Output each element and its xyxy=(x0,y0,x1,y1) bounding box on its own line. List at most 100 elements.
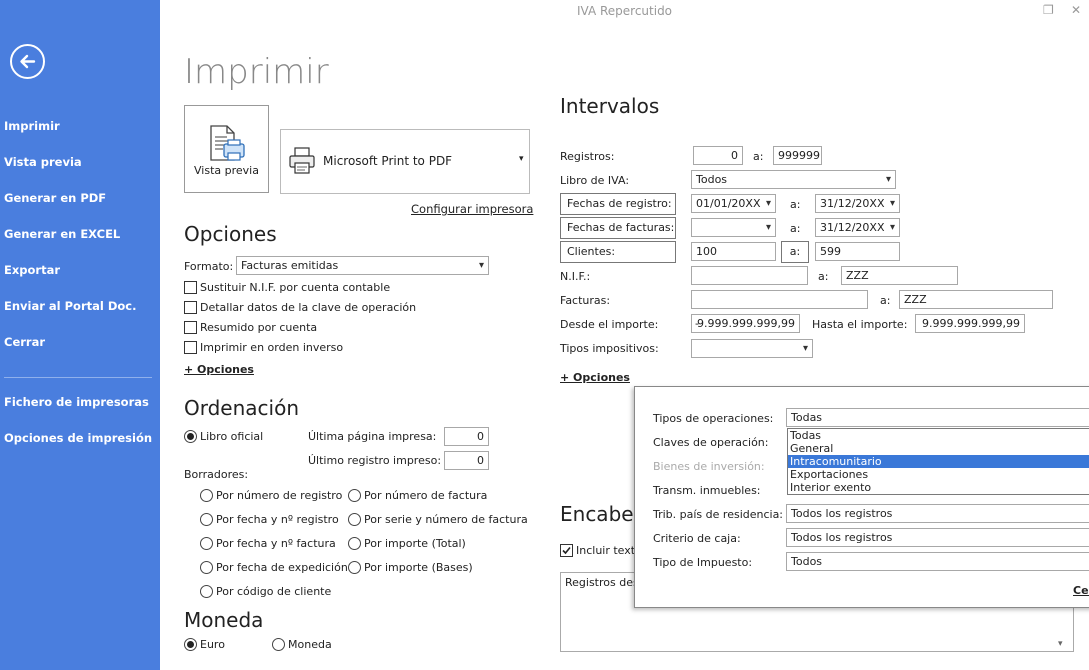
more-options-link[interactable]: + Opciones xyxy=(184,363,254,376)
tipos-operaciones-select[interactable]: Todas xyxy=(786,408,1089,427)
last-record-label: Último registro impreso: xyxy=(308,454,442,467)
label-incluir-texto: Incluir texto xyxy=(576,544,642,557)
tipos-impositivos-select[interactable] xyxy=(691,339,813,358)
chevron-down-icon: ▾ xyxy=(519,154,524,164)
scroll-down-icon[interactable]: ▾ xyxy=(1058,639,1063,649)
a-label: a: xyxy=(818,270,829,283)
radio-por-importe-bases[interactable] xyxy=(348,561,361,574)
libro-iva-value: Todos xyxy=(696,173,728,186)
desde-importe-value: 9.999.999.999,99 xyxy=(697,317,795,330)
tipo-impuesto-select[interactable]: Todos xyxy=(786,552,1089,571)
facturas-to-input[interactable]: ZZZ xyxy=(899,290,1053,309)
criterio-caja-label: Criterio de caja: xyxy=(653,532,741,545)
label-por-importe-bases: Por importe (Bases) xyxy=(364,561,473,574)
desde-importe-sign: - xyxy=(695,317,699,330)
checkbox-orden-inverso[interactable] xyxy=(184,341,197,354)
checkbox-sustituir-nif[interactable] xyxy=(184,281,197,294)
last-page-input[interactable]: 0 xyxy=(444,427,489,446)
criterio-caja-select[interactable]: Todos los registros xyxy=(786,528,1089,547)
fecha-registro-to[interactable]: 31/12/20XX xyxy=(815,194,900,213)
list-item-exportaciones[interactable]: Exportaciones xyxy=(788,468,1089,481)
a-label: a: xyxy=(753,150,764,163)
fecha-factura-to[interactable]: 31/12/20XX xyxy=(815,218,900,237)
label-libro-oficial: Libro oficial xyxy=(200,430,264,443)
libro-iva-select[interactable]: Todos xyxy=(691,170,896,189)
sidebar-item-generar-pdf[interactable]: Generar en PDF xyxy=(4,191,106,205)
nif-to-input[interactable]: ZZZ xyxy=(841,266,958,285)
bienes-inversion-label: Bienes de inversión: xyxy=(653,460,765,473)
sidebar-item-enviar-portal[interactable]: Enviar al Portal Doc. xyxy=(4,299,136,313)
radio-por-numero-registro[interactable] xyxy=(200,489,213,502)
list-item-interior-exento[interactable]: Interior exento xyxy=(788,481,1089,494)
label-resumido-cuenta: Resumido por cuenta xyxy=(200,321,318,334)
radio-por-importe-total[interactable] xyxy=(348,537,361,550)
desde-importe-input[interactable]: -9.999.999.999,99 xyxy=(691,314,800,333)
radio-por-fecha-registro[interactable] xyxy=(200,513,213,526)
clientes-a-button[interactable]: a: xyxy=(781,241,809,263)
list-item-intracomunitario[interactable]: Intracomunitario xyxy=(788,455,1089,468)
fecha-factura-from[interactable] xyxy=(691,218,776,237)
fecha-factura-to-value: 31/12/20XX xyxy=(820,221,885,234)
fecha-registro-from-value: 01/01/20XX xyxy=(696,197,761,210)
sidebar-item-imprimir[interactable]: Imprimir xyxy=(4,119,60,133)
sidebar-divider xyxy=(4,377,152,378)
radio-euro[interactable] xyxy=(184,638,197,651)
preview-button[interactable]: Vista previa xyxy=(184,105,269,193)
operation-types-listbox[interactable]: Todas General Intracomunitario Exportaci… xyxy=(787,428,1089,495)
registros-from-input[interactable]: 0 xyxy=(693,146,743,165)
nif-from-input[interactable] xyxy=(691,266,808,285)
printer-select[interactable]: Microsoft Print to PDF ▾ xyxy=(280,129,530,194)
label-por-importe-total: Por importe (Total) xyxy=(364,537,466,550)
checkbox-incluir-texto[interactable] xyxy=(560,544,573,557)
fechas-registro-button[interactable]: Fechas de registro: xyxy=(560,193,676,215)
clientes-from-input[interactable]: 100 xyxy=(691,242,776,261)
tipo-impuesto-label: Tipo de Impuesto: xyxy=(653,556,753,569)
intervals-more-options-link[interactable]: + Opciones xyxy=(560,371,630,384)
sidebar-item-fichero-impresoras[interactable]: Fichero de impresoras xyxy=(4,395,149,409)
radio-moneda[interactable] xyxy=(272,638,285,651)
label-moneda: Moneda xyxy=(288,638,332,651)
last-record-input[interactable]: 0 xyxy=(444,451,489,470)
clientes-button[interactable]: Clientes: xyxy=(560,241,676,263)
claves-operacion-label: Claves de operación: xyxy=(653,436,769,449)
options-heading: Opciones xyxy=(184,222,277,246)
sidebar-item-cerrar[interactable]: Cerrar xyxy=(4,335,45,349)
radio-libro-oficial[interactable] xyxy=(184,430,197,443)
preview-label: Vista previa xyxy=(194,164,259,177)
format-select[interactable]: Facturas emitidas xyxy=(236,256,489,275)
label-por-fecha-expedicion: Por fecha de expedición xyxy=(216,561,348,574)
list-item-general[interactable]: General xyxy=(788,442,1089,455)
registros-to-input[interactable]: 999999 xyxy=(773,146,822,165)
back-arrow-icon[interactable] xyxy=(10,44,45,79)
close-icon[interactable]: ✕ xyxy=(1071,3,1081,17)
label-sustituir-nif: Sustituir N.I.F. por cuenta contable xyxy=(200,281,391,294)
radio-por-numero-factura[interactable] xyxy=(348,489,361,502)
sidebar-item-vista-previa[interactable]: Vista previa xyxy=(4,155,82,169)
checkbox-detallar-clave[interactable] xyxy=(184,301,197,314)
clientes-to-input[interactable]: 599 xyxy=(815,242,900,261)
checkbox-resumido-cuenta[interactable] xyxy=(184,321,197,334)
nif-label: N.I.F.: xyxy=(560,270,591,283)
header-heading: Encabez xyxy=(560,502,645,526)
hasta-importe-input[interactable]: 9.999.999.999,99 xyxy=(915,314,1025,333)
restore-icon[interactable]: ❐ xyxy=(1043,3,1054,17)
window-title: IVA Repercutido xyxy=(576,4,673,18)
fecha-registro-from[interactable]: 01/01/20XX xyxy=(691,194,776,213)
trib-pais-select[interactable]: Todos los registros xyxy=(786,504,1089,523)
sidebar-item-generar-excel[interactable]: Generar en EXCEL xyxy=(4,227,120,241)
facturas-label: Facturas: xyxy=(560,294,611,307)
fechas-facturas-button[interactable]: Fechas de facturas: xyxy=(560,217,676,239)
trib-pais-label: Trib. país de residencia: xyxy=(653,508,784,521)
radio-por-codigo-cliente[interactable] xyxy=(200,585,213,598)
cancel-button[interactable]: Cer xyxy=(1073,584,1089,597)
facturas-from-input[interactable] xyxy=(691,290,868,309)
radio-por-serie-numero[interactable] xyxy=(348,513,361,526)
print-preview-icon xyxy=(210,125,245,161)
sidebar-item-exportar[interactable]: Exportar xyxy=(4,263,60,277)
radio-por-fecha-factura[interactable] xyxy=(200,537,213,550)
sidebar-item-opciones-impresion[interactable]: Opciones de impresión xyxy=(4,431,152,445)
radio-por-fecha-expedicion[interactable] xyxy=(200,561,213,574)
configure-printer-link[interactable]: Configurar impresora xyxy=(411,202,533,216)
label-por-serie-numero: Por serie y número de factura xyxy=(364,513,528,526)
list-item-todas[interactable]: Todas xyxy=(788,429,1089,442)
